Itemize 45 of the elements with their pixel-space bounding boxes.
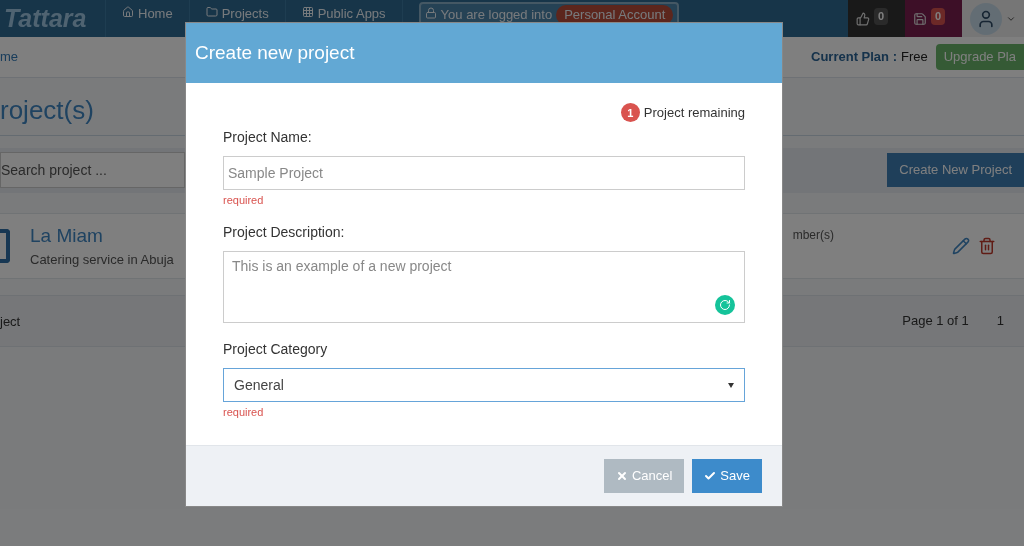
remaining-label: Project remaining bbox=[643, 104, 745, 122]
required-hint: required bbox=[223, 192, 265, 208]
thumbs-up-icon bbox=[856, 12, 870, 26]
plan-label: Current Plan : bbox=[811, 48, 897, 67]
edit-icon[interactable] bbox=[952, 236, 970, 255]
counter-button[interactable]: 0 bbox=[905, 0, 962, 37]
folder-icon bbox=[205, 6, 218, 18]
check-icon bbox=[704, 469, 717, 482]
cancel-button[interactable]: Cancel bbox=[603, 458, 685, 493]
grid-icon bbox=[301, 6, 314, 18]
caret-icon bbox=[728, 382, 734, 388]
count-badge: 0 bbox=[874, 8, 889, 25]
counter-button[interactable]: 0 bbox=[848, 0, 905, 37]
delete-icon[interactable] bbox=[978, 236, 996, 255]
member-count: mber(s) bbox=[792, 226, 834, 244]
create-project-button[interactable]: Create New Project bbox=[887, 153, 1024, 187]
search-field[interactable]: Search project ... bbox=[0, 152, 185, 188]
project-icon bbox=[0, 228, 10, 263]
notice-text: You are logged into bbox=[440, 6, 553, 24]
account-badge: Personal Account bbox=[556, 5, 674, 25]
field-label: Project Category bbox=[223, 340, 329, 359]
breadcrumb[interactable]: me bbox=[0, 47, 19, 67]
save-button[interactable]: Save bbox=[692, 458, 762, 493]
project-description: Catering service in Abuja bbox=[30, 251, 174, 269]
project-name[interactable]: La Miam bbox=[30, 221, 174, 250]
page-info: Page 1 of 1 bbox=[902, 311, 969, 330]
avatar[interactable] bbox=[970, 2, 1002, 35]
lock-icon bbox=[424, 7, 437, 19]
remaining-badge: 1 bbox=[620, 103, 640, 123]
required-hint: required bbox=[223, 405, 265, 420]
modal-title: Create new project bbox=[195, 40, 355, 65]
footer-text: ject bbox=[0, 312, 21, 331]
page-link[interactable]: 1 bbox=[996, 310, 1004, 331]
upgrade-button[interactable]: Upgrade Pla bbox=[935, 44, 1024, 70]
field-label: Project Description: bbox=[223, 223, 346, 242]
close-icon bbox=[615, 469, 628, 482]
count-badge: 0 bbox=[931, 8, 946, 25]
logo[interactable]: Tattara bbox=[0, 0, 105, 37]
category-select[interactable]: General bbox=[223, 368, 745, 402]
description-field[interactable]: This is an example of a new project bbox=[223, 251, 745, 323]
person-icon bbox=[976, 8, 996, 29]
project-name-field[interactable]: Sample Project bbox=[223, 155, 745, 190]
plan-value: Free bbox=[901, 48, 928, 67]
home-icon bbox=[122, 6, 134, 18]
grammar-icon[interactable] bbox=[715, 295, 735, 315]
